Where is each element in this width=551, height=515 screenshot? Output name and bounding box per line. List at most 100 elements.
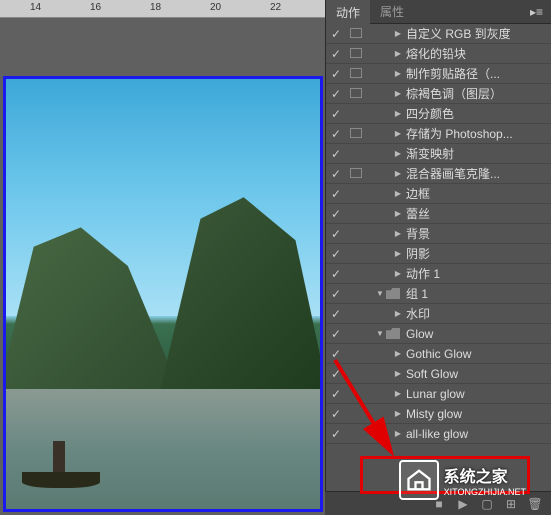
action-label: 自定义 RGB 到灰度 bbox=[404, 25, 551, 42]
action-label: 制作剪贴路径（... bbox=[404, 65, 551, 82]
action-item[interactable]: ✓ ▶存储为 Photoshop... bbox=[326, 124, 551, 144]
chevron-down-icon[interactable]: ▼ bbox=[374, 329, 386, 338]
chevron-right-icon[interactable]: ▶ bbox=[392, 69, 404, 78]
checkmark-icon[interactable]: ✓ bbox=[326, 247, 346, 261]
checkmark-icon[interactable]: ✓ bbox=[326, 207, 346, 221]
chevron-down-icon[interactable]: ▼ bbox=[374, 289, 386, 298]
chevron-right-icon[interactable]: ▶ bbox=[392, 49, 404, 58]
panel-tabs: 动作 属性 ▸≡ bbox=[326, 0, 551, 24]
dialog-toggle-icon[interactable] bbox=[346, 87, 366, 101]
action-item[interactable]: ✓ ▶all-like glow bbox=[326, 424, 551, 444]
chevron-right-icon[interactable]: ▶ bbox=[392, 189, 404, 198]
checkmark-icon[interactable]: ✓ bbox=[326, 327, 346, 341]
dialog-toggle-icon[interactable] bbox=[346, 27, 366, 41]
action-label: 存储为 Photoshop... bbox=[404, 125, 551, 142]
chevron-right-icon[interactable]: ▶ bbox=[392, 269, 404, 278]
chevron-right-icon[interactable]: ▶ bbox=[392, 209, 404, 218]
checkmark-icon[interactable]: ✓ bbox=[326, 407, 346, 421]
action-label: Misty glow bbox=[404, 407, 551, 421]
action-label: Lunar glow bbox=[404, 387, 551, 401]
chevron-right-icon[interactable]: ▶ bbox=[392, 109, 404, 118]
checkmark-icon[interactable]: ✓ bbox=[326, 307, 346, 321]
action-item[interactable]: ✓▶Soft Glow bbox=[326, 364, 551, 384]
watermark-text: 系统之家 bbox=[444, 469, 508, 486]
dialog-toggle-icon[interactable] bbox=[346, 127, 366, 141]
chevron-right-icon[interactable]: ▶ bbox=[392, 409, 404, 418]
action-label: 混合器画笔克隆... bbox=[404, 165, 551, 182]
action-item[interactable]: ✓ ▶蕾丝 bbox=[326, 204, 551, 224]
action-label: 边框 bbox=[404, 185, 551, 202]
action-item[interactable]: ✓ ▶水印 bbox=[326, 304, 551, 324]
action-item[interactable]: ✓▶动作 1 bbox=[326, 264, 551, 284]
panel-menu-icon[interactable]: ▸≡ bbox=[522, 1, 551, 23]
action-list[interactable]: ✓▶自定义 RGB 到灰度✓▶熔化的铅块✓▶制作剪贴路径（...✓▶棕褐色调（图… bbox=[326, 24, 551, 491]
action-item[interactable]: ✓▶棕褐色调（图层） bbox=[326, 84, 551, 104]
chevron-right-icon[interactable]: ▶ bbox=[392, 229, 404, 238]
checkmark-icon[interactable]: ✓ bbox=[326, 147, 346, 161]
dialog-toggle-icon[interactable] bbox=[346, 47, 366, 61]
chevron-right-icon[interactable]: ▶ bbox=[392, 249, 404, 258]
chevron-right-icon[interactable]: ▶ bbox=[392, 29, 404, 38]
folder-icon bbox=[386, 328, 400, 339]
canvas-area[interactable] bbox=[0, 18, 325, 515]
action-item[interactable]: ✓ ▶制作剪贴路径（... bbox=[326, 64, 551, 84]
checkmark-icon[interactable]: ✓ bbox=[326, 267, 346, 281]
action-label: Glow bbox=[404, 327, 551, 341]
checkmark-icon[interactable]: ✓ bbox=[326, 287, 346, 301]
action-label: 水印 bbox=[404, 305, 551, 322]
action-item[interactable]: ✓ ▶自定义 RGB 到灰度 bbox=[326, 24, 551, 44]
watermark: 系统之家 XITONGZHIJIA.NET bbox=[399, 460, 526, 500]
checkmark-icon[interactable]: ✓ bbox=[326, 387, 346, 401]
chevron-right-icon[interactable]: ▶ bbox=[392, 169, 404, 178]
checkmark-icon[interactable]: ✓ bbox=[326, 347, 346, 361]
action-label: 蕾丝 bbox=[404, 205, 551, 222]
tab-actions[interactable]: 动作 bbox=[326, 0, 370, 25]
action-item[interactable]: ✓▶背景 bbox=[326, 224, 551, 244]
checkmark-icon[interactable]: ✓ bbox=[326, 47, 346, 61]
watermark-subtext: XITONGZHIJIA.NET bbox=[444, 487, 526, 497]
checkmark-icon[interactable]: ✓ bbox=[326, 227, 346, 241]
ruler-tick: 22 bbox=[270, 2, 281, 13]
chevron-right-icon[interactable]: ▶ bbox=[392, 89, 404, 98]
checkmark-icon[interactable]: ✓ bbox=[326, 187, 346, 201]
document-image[interactable] bbox=[3, 76, 323, 512]
action-item[interactable]: ✓▶渐变映射 bbox=[326, 144, 551, 164]
action-item[interactable]: ✓ ▶Misty glow bbox=[326, 404, 551, 424]
chevron-right-icon[interactable]: ▶ bbox=[392, 309, 404, 318]
chevron-right-icon[interactable]: ▶ bbox=[392, 349, 404, 358]
action-item[interactable]: ✓ ▶Lunar glow bbox=[326, 384, 551, 404]
ruler-tick: 20 bbox=[210, 2, 221, 13]
chevron-right-icon[interactable]: ▶ bbox=[392, 389, 404, 398]
action-label: 组 1 bbox=[404, 285, 551, 302]
action-label: Gothic Glow bbox=[404, 347, 551, 361]
image-boat bbox=[22, 436, 101, 488]
ruler-horizontal: 14 16 18 20 22 bbox=[0, 0, 325, 18]
delete-button[interactable]: 🗑 bbox=[527, 496, 543, 512]
checkmark-icon[interactable]: ✓ bbox=[326, 167, 346, 181]
checkmark-icon[interactable]: ✓ bbox=[326, 87, 346, 101]
folder-icon bbox=[386, 288, 400, 299]
checkmark-icon[interactable]: ✓ bbox=[326, 27, 346, 41]
chevron-right-icon[interactable]: ▶ bbox=[392, 369, 404, 378]
tab-properties[interactable]: 属性 bbox=[370, 0, 414, 24]
checkmark-icon[interactable]: ✓ bbox=[326, 427, 346, 441]
action-item[interactable]: ✓ ▶边框 bbox=[326, 184, 551, 204]
checkmark-icon[interactable]: ✓ bbox=[326, 127, 346, 141]
action-item[interactable]: ✓ ▼ Glow bbox=[326, 324, 551, 344]
action-label: all-like glow bbox=[404, 427, 551, 441]
dialog-toggle-icon[interactable] bbox=[346, 67, 366, 81]
chevron-right-icon[interactable]: ▶ bbox=[392, 129, 404, 138]
action-item[interactable]: ✓▶熔化的铅块 bbox=[326, 44, 551, 64]
checkmark-icon[interactable]: ✓ bbox=[326, 107, 346, 121]
dialog-toggle-icon[interactable] bbox=[346, 167, 366, 181]
checkmark-icon[interactable]: ✓ bbox=[326, 367, 346, 381]
action-item[interactable]: ✓ ▶混合器画笔克隆... bbox=[326, 164, 551, 184]
chevron-right-icon[interactable]: ▶ bbox=[392, 149, 404, 158]
action-item[interactable]: ✓▶四分颜色 bbox=[326, 104, 551, 124]
action-item[interactable]: ✓ ▶Gothic Glow bbox=[326, 344, 551, 364]
action-item[interactable]: ✓▶阴影 bbox=[326, 244, 551, 264]
actions-panel: 动作 属性 ▸≡ ✓▶自定义 RGB 到灰度✓▶熔化的铅块✓▶制作剪贴路径（..… bbox=[325, 0, 551, 515]
action-item[interactable]: ✓ ▼ 组 1 bbox=[326, 284, 551, 304]
chevron-right-icon[interactable]: ▶ bbox=[392, 429, 404, 438]
checkmark-icon[interactable]: ✓ bbox=[326, 67, 346, 81]
